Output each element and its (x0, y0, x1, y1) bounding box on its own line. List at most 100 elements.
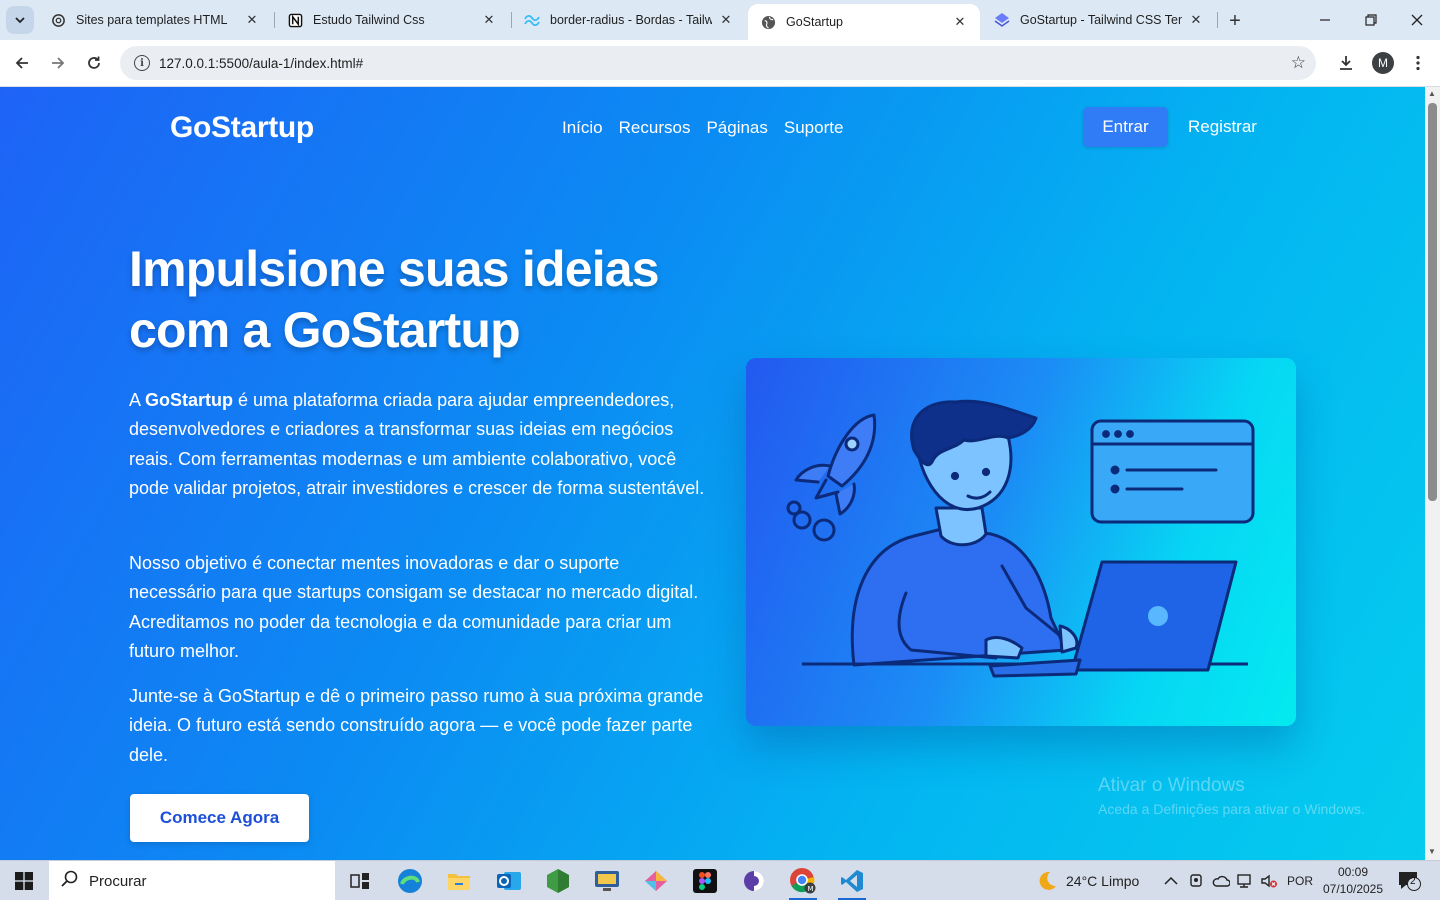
profile-avatar[interactable]: M (1372, 52, 1394, 74)
moon-icon (1039, 871, 1056, 890)
tab-sites-templates[interactable]: Sites para templates HTML ✕ (38, 0, 272, 40)
system-clock[interactable]: 00:09 07/10/2025 (1316, 864, 1390, 898)
onion-icon (744, 871, 764, 891)
chevron-up-icon (1164, 876, 1178, 885)
downloads-button[interactable] (1332, 49, 1360, 77)
download-icon (1340, 56, 1352, 70)
openai-icon (50, 12, 66, 28)
network-icon (1237, 874, 1251, 888)
hero-paragraph-2: Nosso objetivo é conectar mentes inovado… (129, 553, 699, 661)
minimize-icon (1320, 19, 1330, 21)
tab-title: Sites para templates HTML (76, 13, 228, 27)
meet-now-button[interactable] (1188, 861, 1204, 900)
login-button[interactable]: Entrar (1083, 107, 1168, 147)
browser-toolbar: i 127.0.0.1:5500/aula-1/index.html# ☆ M (0, 40, 1440, 87)
tab-title: border-radius - Bordas - Tailwind (550, 13, 712, 27)
onedrive-button[interactable] (1212, 861, 1230, 900)
kebab-menu-icon (1416, 55, 1420, 71)
close-window-button[interactable] (1394, 0, 1440, 40)
search-placeholder: Procurar (89, 872, 147, 890)
bookmark-star-icon[interactable]: ☆ (1291, 53, 1306, 73)
start-button[interactable] (0, 861, 48, 900)
weather-widget[interactable]: 24°C Limpo (1034, 861, 1139, 900)
network-button[interactable] (1236, 861, 1254, 900)
task-view-button[interactable] (340, 865, 380, 897)
outlook-app[interactable] (489, 865, 529, 897)
tab-title: GoStartup - Tailwind CSS Template (1020, 13, 1182, 27)
tray-overflow-button[interactable] (1164, 861, 1178, 900)
tab-title: GoStartup (786, 15, 843, 29)
file-explorer-app[interactable] (439, 865, 479, 897)
browser-menu-button[interactable] (1404, 49, 1432, 77)
site-info-icon[interactable]: i (134, 55, 150, 71)
site-logo[interactable]: GoStartup (170, 111, 314, 145)
url-text[interactable]: 127.0.0.1:5500/aula-1/index.html# (159, 56, 363, 71)
layers-icon (994, 12, 1010, 28)
edge-icon (398, 869, 422, 893)
close-icon[interactable]: ✕ (244, 12, 260, 28)
close-icon[interactable]: ✕ (952, 14, 968, 30)
back-button[interactable] (8, 49, 36, 77)
edge-app[interactable] (390, 865, 430, 897)
close-icon[interactable]: ✕ (718, 12, 734, 28)
svg-text:M: M (808, 885, 814, 893)
nodejs-app[interactable] (538, 865, 578, 897)
taskbar-search[interactable]: Procurar (49, 861, 335, 900)
tab-estudo-tailwind[interactable]: Estudo Tailwind Css ✕ (275, 0, 509, 40)
weather-text: 24°C Limpo (1066, 873, 1140, 889)
register-link[interactable]: Registrar (1188, 107, 1257, 147)
scroll-down-icon[interactable]: ▼ (1428, 847, 1436, 856)
reload-icon (88, 56, 100, 69)
close-icon (1411, 14, 1423, 26)
forward-button[interactable] (44, 49, 72, 77)
close-icon[interactable]: ✕ (1188, 12, 1204, 28)
rocket-icon (786, 413, 877, 542)
windows-logo-icon (15, 872, 33, 890)
main-nav: Início Recursos Páginas Suporte (562, 118, 843, 138)
scrollbar-thumb[interactable] (1428, 103, 1437, 501)
vscode-app[interactable] (832, 865, 872, 900)
cta-button[interactable]: Comece Agora (130, 794, 309, 842)
outlook-icon (497, 872, 521, 890)
nav-link-paginas[interactable]: Páginas (706, 118, 767, 138)
language-indicator[interactable]: POR (1287, 861, 1313, 900)
nav-link-inicio[interactable]: Início (562, 118, 603, 138)
volume-button[interactable] (1260, 861, 1278, 900)
tab-title: Estudo Tailwind Css (313, 13, 425, 27)
minimize-button[interactable] (1302, 0, 1348, 40)
paragraph-text: A (129, 390, 146, 410)
tab-separator (1217, 12, 1218, 28)
tab-border-radius[interactable]: border-radius - Bordas - Tailwind ✕ (512, 0, 746, 40)
tab-gostartup-template[interactable]: GoStartup - Tailwind CSS Template ✕ (982, 0, 1216, 40)
search-icon (61, 870, 79, 893)
chrome-icon: M (790, 868, 816, 894)
tab-strip: Sites para templates HTML ✕ Estudo Tailw… (0, 0, 1440, 40)
task-view-icon (350, 873, 369, 889)
python-app[interactable] (587, 865, 627, 897)
nav-link-suporte[interactable]: Suporte (784, 118, 844, 138)
hero-paragraph-3: Junte-se à GoStartup e dê o primeiro pas… (129, 686, 704, 765)
arrow-right-icon (52, 57, 65, 69)
nav-link-recursos[interactable]: Recursos (619, 118, 691, 138)
close-icon[interactable]: ✕ (481, 12, 497, 28)
reload-button[interactable] (80, 49, 108, 77)
address-bar[interactable]: i 127.0.0.1:5500/aula-1/index.html# ☆ (120, 46, 1316, 80)
webcam-icon (1190, 874, 1202, 887)
scroll-up-icon[interactable]: ▲ (1428, 89, 1436, 98)
hero-paragraph-1: A GoStartup é uma plataforma criada para… (129, 386, 709, 503)
restore-button[interactable] (1348, 0, 1394, 40)
hero-illustration (746, 358, 1296, 726)
tab-search-button[interactable] (6, 6, 34, 34)
figma-icon (693, 869, 717, 893)
chevron-down-icon (15, 17, 25, 24)
notifications-button[interactable]: 2 (1396, 870, 1422, 892)
chrome-app[interactable]: M (783, 865, 823, 900)
figma-app[interactable] (685, 865, 725, 897)
page-scrollbar[interactable]: ▲ ▼ (1425, 87, 1440, 860)
folder-icon (448, 874, 470, 890)
paint-app[interactable] (636, 865, 676, 897)
new-tab-button[interactable]: + (1222, 8, 1248, 34)
kite-icon (645, 871, 667, 891)
tor-browser-app[interactable] (734, 865, 774, 897)
tab-gostartup[interactable]: GoStartup ✕ (748, 4, 980, 40)
